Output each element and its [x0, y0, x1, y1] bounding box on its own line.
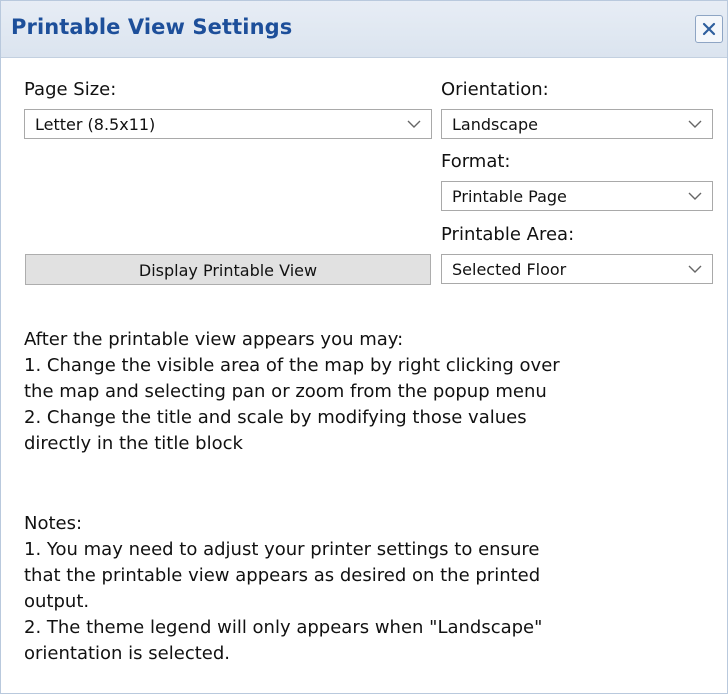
format-select[interactable]: Printable Page [441, 181, 713, 211]
dialog-title: Printable View Settings [11, 15, 293, 39]
notes-line: 2. The theme legend will only appears wh… [24, 617, 543, 638]
close-icon [702, 22, 716, 36]
instructions-line: 1. Change the visible area of the map by… [24, 355, 560, 376]
format-label: Format: [441, 151, 511, 172]
display-printable-view-button-label: Display Printable View [138, 261, 318, 280]
orientation-select[interactable]: Landscape [441, 109, 713, 139]
close-button[interactable] [695, 15, 723, 43]
printable-area-value: Selected Floor [452, 260, 567, 279]
display-printable-view-button[interactable]: Display Printable View [25, 254, 431, 285]
instructions-intro: After the printable view appears you may… [24, 329, 404, 350]
orientation-value: Landscape [452, 115, 538, 134]
chevron-down-icon [688, 192, 702, 200]
page-size-value: Letter (8.5x11) [35, 115, 156, 134]
page-size-label: Page Size: [24, 79, 117, 100]
instructions-line: the map and selecting pan or zoom from t… [24, 381, 547, 402]
notes-line: 1. You may need to adjust your printer s… [24, 539, 540, 560]
orientation-label: Orientation: [441, 79, 549, 100]
chevron-down-icon [407, 120, 421, 128]
notes-line: that the printable view appears as desir… [24, 565, 541, 586]
printable-area-label: Printable Area: [441, 224, 575, 245]
dialog-titlebar: Printable View Settings [1, 1, 727, 58]
chevron-down-icon [688, 265, 702, 273]
notes-text: Notes: 1. You may need to adjust your pr… [24, 511, 542, 667]
printable-view-settings-dialog: Printable View Settings Page Size: Lette… [0, 0, 728, 694]
printable-area-select[interactable]: Selected Floor [441, 254, 713, 284]
notes-line: output. [24, 591, 90, 612]
instructions-line: directly in the title block [24, 433, 243, 454]
notes-line: orientation is selected. [24, 643, 230, 664]
format-value: Printable Page [452, 187, 567, 206]
page-size-select[interactable]: Letter (8.5x11) [24, 109, 432, 139]
notes-heading: Notes: [24, 513, 83, 534]
chevron-down-icon [688, 120, 702, 128]
instructions-line: 2. Change the title and scale by modifyi… [24, 407, 527, 428]
instructions-text: After the printable view appears you may… [24, 327, 560, 457]
